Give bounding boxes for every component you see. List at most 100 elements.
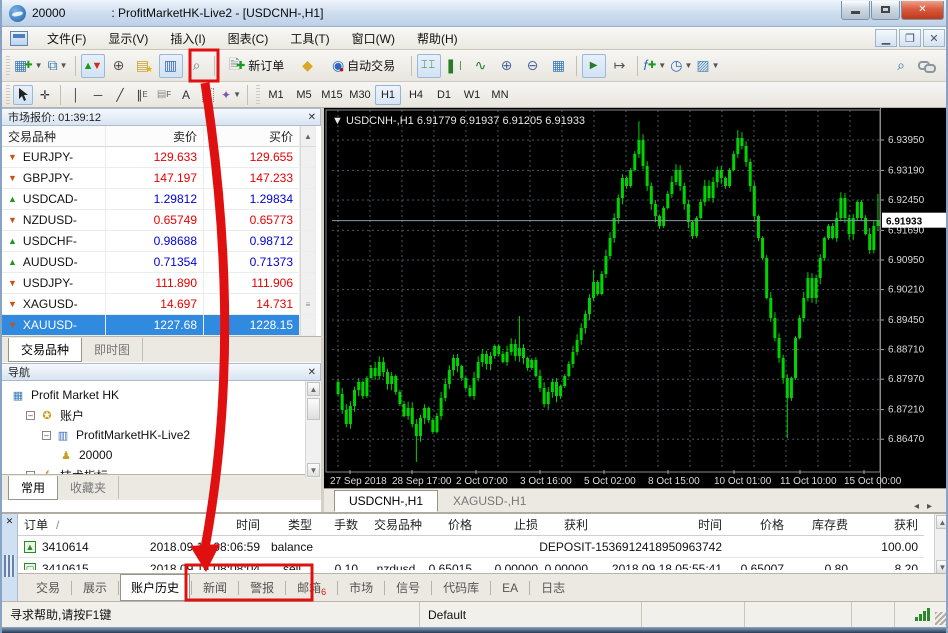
tree-item-ProfitMarketHK-Live2[interactable]: –▥ProfitMarketHK-Live2 (2, 425, 321, 445)
terminal-button[interactable]: ▥ (159, 54, 183, 78)
market-watch-scrollbar[interactable] (300, 252, 316, 273)
navigator-close-icon[interactable]: ✕ (308, 367, 316, 378)
timeframe-button-M5[interactable]: M5 (291, 85, 317, 105)
metaeditor-button[interactable]: ◆ (296, 54, 320, 78)
market-watch-row[interactable]: ▲USDCAD-1.298121.29834 (2, 189, 321, 210)
terminal-dock-icon[interactable] (4, 555, 15, 577)
market-watch-tab-即时图[interactable]: 即时图 (82, 338, 143, 361)
tree-expander-minus-icon[interactable]: – (26, 471, 35, 475)
mdi-restore-button[interactable]: ❐ (899, 29, 921, 47)
terminal-column-价格-5[interactable]: 价格 (428, 514, 478, 536)
timeframe-button-H1[interactable]: H1 (375, 85, 401, 105)
terminal-close-icon[interactable]: ✕ (2, 514, 17, 527)
market-watch-scrollbar[interactable] (300, 210, 316, 231)
strategy-tester-button[interactable]: ⌕ (185, 54, 209, 78)
terminal-column-价格-9[interactable]: 价格 (728, 514, 790, 536)
market-watch-row[interactable]: ▼EURJPY-129.633129.655 (2, 147, 321, 168)
zoom-in-button[interactable]: ⊕ (495, 54, 519, 78)
cursor-button[interactable] (13, 85, 33, 105)
toolbar-grip[interactable] (6, 56, 10, 76)
tree-item-Profit Market HK[interactable]: ▦Profit Market HK (2, 385, 321, 405)
status-profile[interactable]: Default (420, 602, 642, 627)
menu-item-帮助(H)[interactable]: 帮助(H) (406, 27, 469, 50)
tree-expander-minus-icon[interactable]: – (42, 431, 51, 440)
menu-item-窗口(W)[interactable]: 窗口(W) (341, 27, 406, 50)
crosshair-button[interactable]: ✛ (35, 85, 55, 105)
new-chart-button[interactable]: ▦✚▼ (13, 54, 44, 78)
channel-button[interactable]: ∥E (132, 85, 152, 105)
terminal-tab-新闻[interactable]: 新闻 (193, 575, 237, 600)
navigator-tab-常用[interactable]: 常用 (8, 476, 58, 500)
menu-item-插入(I)[interactable]: 插入(I) (159, 27, 216, 50)
periods-button[interactable]: ◷▼ (669, 54, 693, 78)
vertical-line-button[interactable]: │ (66, 85, 86, 105)
terminal-column-时间-8[interactable]: 时间 (594, 514, 728, 536)
indicators-button[interactable]: 𝑓✚▼ (643, 54, 668, 78)
terminal-column-止损-6[interactable]: 止损 (478, 514, 544, 536)
text-label-button[interactable]: T (198, 85, 218, 105)
tree-expander-minus-icon[interactable]: – (26, 411, 35, 420)
templates-button[interactable]: ▨▼ (695, 54, 720, 78)
navigator-button[interactable]: ▤★ (133, 54, 157, 78)
scroll-up-icon[interactable]: ▲ (300, 126, 316, 147)
chat-icon[interactable] (915, 54, 939, 78)
chart-shift-button[interactable]: ↦ (608, 54, 632, 78)
resize-grip[interactable] (935, 612, 948, 625)
menu-item-文件(F)[interactable]: 文件(F) (36, 27, 97, 50)
market-watch-row[interactable]: ▼NZDUSD-0.657490.65773 (2, 210, 321, 231)
market-watch-scrollbar[interactable] (300, 168, 316, 189)
column-header-symbol[interactable]: 交易品种 (2, 126, 106, 147)
horizontal-line-button[interactable]: ─ (88, 85, 108, 105)
navigator-tab-收藏夹[interactable]: 收藏夹 (58, 476, 119, 499)
candlestick-chart[interactable]: 6.939506.931906.924506.916906.909506.902… (324, 108, 948, 488)
terminal-tab-市场[interactable]: 市场 (339, 575, 383, 600)
close-button[interactable]: ✕ (901, 1, 944, 20)
market-watch-scrollbar[interactable] (300, 189, 316, 210)
menu-item-图表(C)[interactable]: 图表(C) (217, 27, 280, 50)
restore-button[interactable] (871, 1, 900, 20)
terminal-column-手数-3[interactable]: 手数 (318, 514, 364, 536)
search-icon[interactable]: ⌕ (889, 54, 913, 78)
timeframe-button-M15[interactable]: M15 (319, 85, 345, 105)
terminal-column-获利-11[interactable]: 获利 (854, 514, 924, 536)
tree-item-账户[interactable]: –✪账户 (2, 405, 321, 425)
terminal-scrollbar[interactable]: ▲ ▼ (934, 514, 948, 575)
timeframe-button-D1[interactable]: D1 (431, 85, 457, 105)
market-watch-scrollbar[interactable] (300, 231, 316, 252)
terminal-balance-row[interactable]: ▲34106142018.09.14 08:06:59balanceDEPOSI… (18, 536, 948, 558)
market-watch-row[interactable]: ▼XAGUSD-14.69714.731≡ (2, 294, 321, 315)
timeframe-button-M1[interactable]: M1 (263, 85, 289, 105)
menu-item-显示(V)[interactable]: 显示(V) (97, 27, 159, 50)
market-watch-tab-交易品种[interactable]: 交易品种 (8, 338, 82, 362)
text-button[interactable]: A (176, 85, 196, 105)
terminal-tab-EA[interactable]: EA (492, 577, 528, 599)
scroll-thumb[interactable] (307, 398, 320, 420)
market-watch-row[interactable]: ▼USDJPY-111.890111.906 (2, 273, 321, 294)
fibonacci-button[interactable]: ▤F (154, 85, 174, 105)
chart-tab-scroll-icons[interactable]: ◂▸ (914, 501, 940, 512)
terminal-tab-邮箱[interactable]: 邮箱6 (287, 575, 336, 600)
arrows-button[interactable]: ✦▼ (220, 85, 242, 105)
chart-window[interactable]: 6.939506.931906.924506.916906.909506.902… (324, 108, 948, 488)
market-watch-row[interactable]: ▼XAUUSD-1227.681228.15 (2, 315, 321, 336)
navigator-title-bar[interactable]: 导航 ✕ (2, 363, 321, 381)
market-watch-scrollbar[interactable] (300, 147, 316, 168)
line-chart-button[interactable]: ∿ (469, 54, 493, 78)
terminal-tab-代码库[interactable]: 代码库 (433, 575, 489, 600)
terminal-trade-row[interactable]: ▢34106152018.09.14 08:08:04sell0.10nzdus… (18, 558, 948, 570)
toolbar-grip[interactable] (256, 85, 260, 105)
navigator-scrollbar[interactable]: ▲ ▼ (305, 381, 321, 478)
timeframe-button-W1[interactable]: W1 (459, 85, 485, 105)
data-window-button[interactable]: ⊕ (107, 54, 131, 78)
terminal-tab-信号[interactable]: 信号 (386, 575, 430, 600)
menu-item-工具(T)[interactable]: 工具(T) (279, 27, 340, 50)
market-watch-row[interactable]: ▲USDCHF-0.986880.98712 (2, 231, 321, 252)
scroll-down-icon[interactable]: ▼ (936, 560, 948, 574)
market-watch-row[interactable]: ▲AUDUSD-0.713540.71373 (2, 252, 321, 273)
terminal-column-库存费-10[interactable]: 库存费 (790, 514, 854, 536)
market-watch-title-bar[interactable]: 市场报价: 01:39:12 ✕ (2, 108, 321, 126)
terminal-column-类型-2[interactable]: 类型 (266, 514, 318, 536)
mdi-minimize-button[interactable]: ▁ (875, 29, 897, 47)
tree-item-技术指标[interactable]: –ƒ技术指标 (2, 465, 321, 474)
market-watch-scrollbar[interactable]: ≡ (300, 294, 316, 315)
